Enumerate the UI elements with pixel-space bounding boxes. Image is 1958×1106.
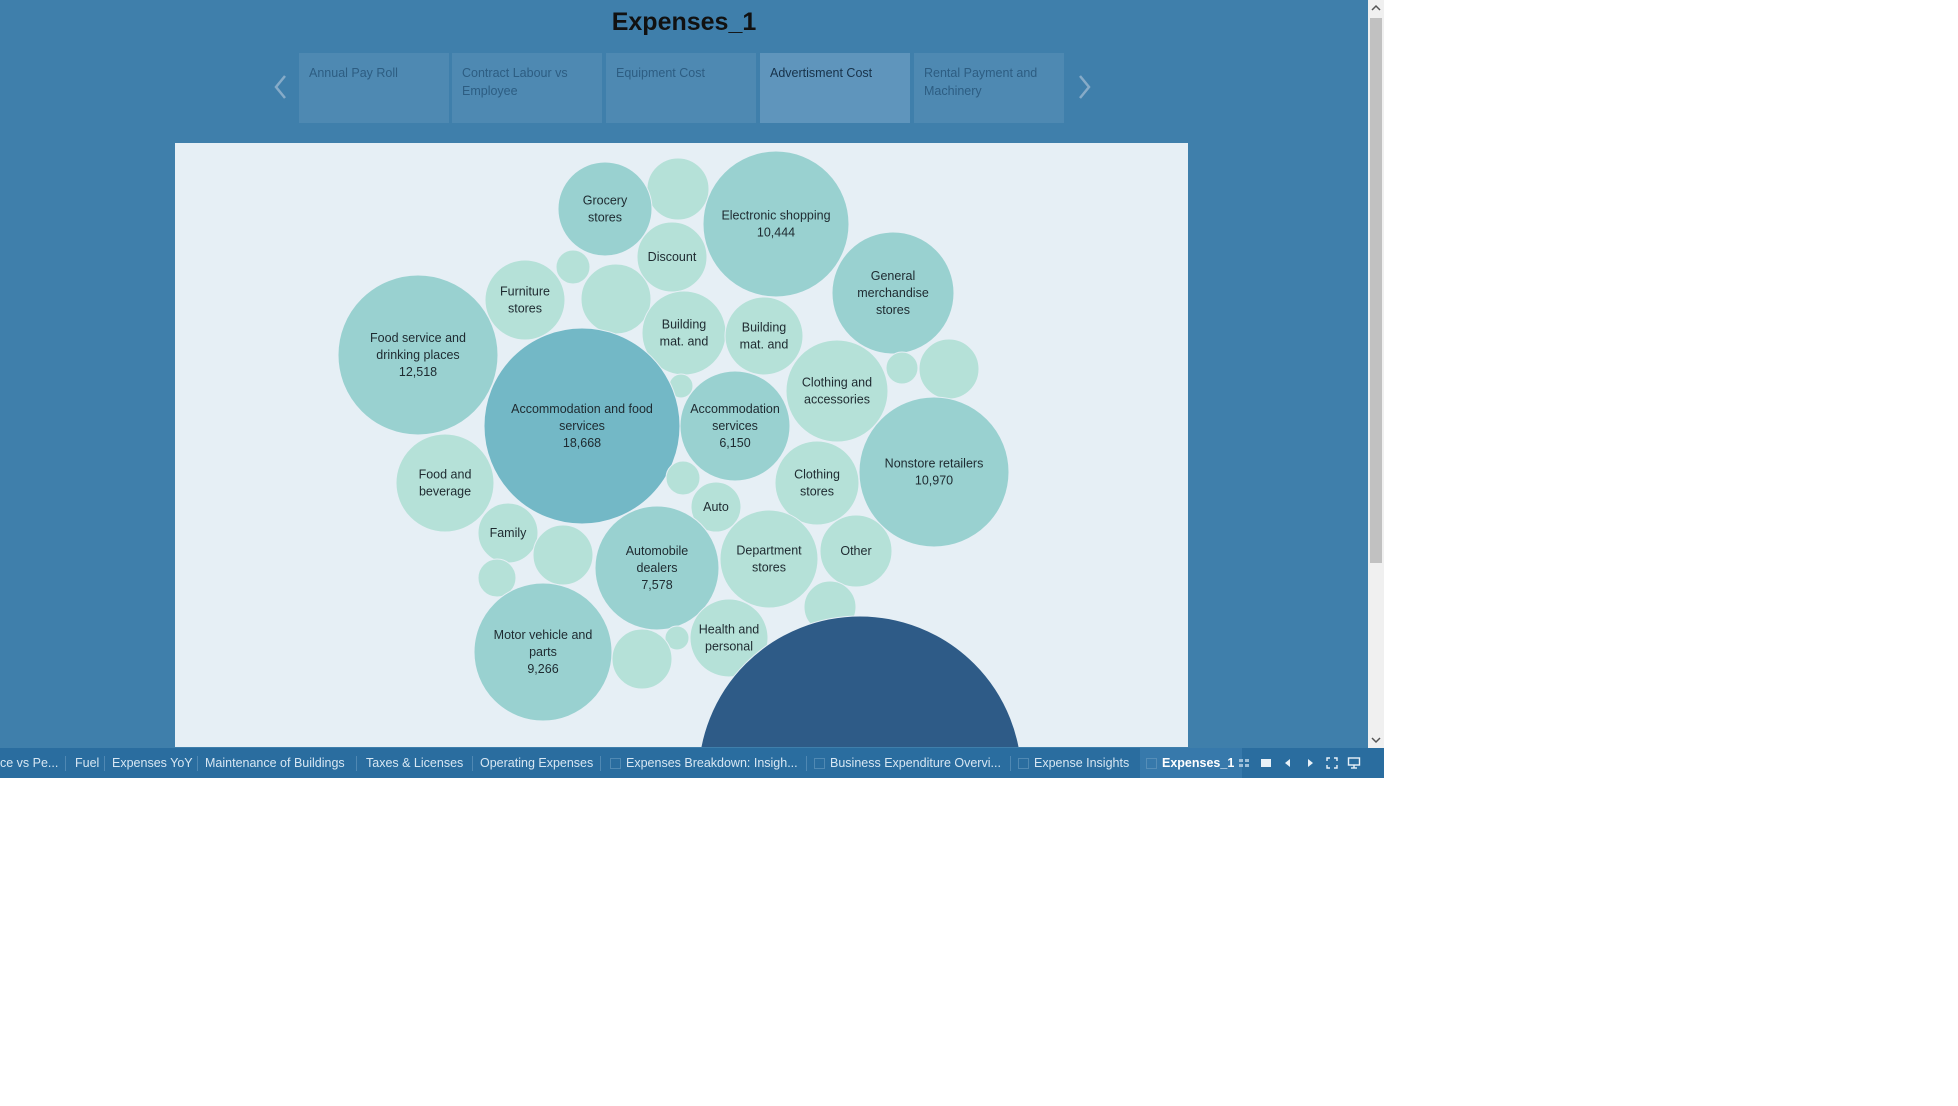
previous-sheet-icon[interactable]: [1280, 755, 1296, 771]
presentation-mode-icon[interactable]: [1346, 755, 1362, 771]
tab-divider: [600, 756, 601, 771]
vertical-scrollbar[interactable]: [1368, 0, 1384, 748]
grid-view-icon[interactable]: [1236, 755, 1252, 771]
bubble-label: Other: [840, 544, 871, 558]
scroll-up-icon[interactable]: [1368, 0, 1384, 16]
fit-to-window-icon[interactable]: [1324, 755, 1340, 771]
bubble[interactable]: [724, 296, 804, 376]
bubble-label: Auto: [703, 500, 729, 514]
bubble[interactable]: [858, 396, 1010, 548]
tab-divider: [104, 756, 105, 771]
story-next-arrow-icon[interactable]: [1073, 70, 1095, 104]
story-point-rental-payment[interactable]: Rental Payment and Machinery: [914, 53, 1064, 123]
bubble-unlabeled[interactable]: [611, 628, 673, 690]
bubble-unlabeled[interactable]: [555, 249, 591, 285]
bubble[interactable]: [774, 440, 860, 526]
sheet-tab-taxes-licenses[interactable]: Taxes & Licenses: [366, 748, 463, 778]
story-point-contract-labour[interactable]: Contract Labour vs Employee: [452, 53, 602, 123]
sheet-tab-expenses-1[interactable]: Expenses_1: [1140, 748, 1243, 778]
bubble-unlabeled[interactable]: [580, 263, 652, 335]
scrollbar-thumb[interactable]: [1370, 18, 1382, 563]
tab-divider: [472, 756, 473, 771]
scroll-down-icon[interactable]: [1368, 732, 1384, 748]
filmstrip-view-icon[interactable]: [1258, 755, 1274, 771]
bubble-chart-svg: Grocery stores Electronic shopping 10,444Di…: [337, 150, 1020, 747]
tableau-workbook: Expenses_1 Annual Pay Roll Contract Labo…: [0, 0, 1368, 771]
story-previous-arrow-icon[interactable]: [270, 70, 292, 104]
sheet-tab-bar: ce vs Pe... Fuel Expenses YoY Maintenanc…: [0, 748, 1384, 778]
bubble-unlabeled[interactable]: [646, 157, 710, 221]
bubble[interactable]: [484, 259, 566, 341]
story-point-annual-pay-roll[interactable]: Annual Pay Roll: [299, 53, 449, 123]
bubble-unlabeled[interactable]: [885, 351, 919, 385]
dashboard-title: Expenses_1: [611, 8, 757, 36]
bubble-label: Discount: [648, 250, 697, 264]
sheet-tab-expenses-yoy[interactable]: Expenses YoY: [112, 748, 193, 778]
bubble-chart: Grocery stores Electronic shopping 10,444 Di…: [175, 143, 1188, 747]
sheet-tab-maintenance-of-buildings[interactable]: Maintenance of Buildings: [205, 748, 345, 778]
tab-divider: [806, 756, 807, 771]
story-point-advertisment-cost[interactable]: Advertisment Cost: [760, 53, 910, 123]
bubble-unlabeled[interactable]: [665, 460, 701, 496]
sheet-tab-expense-insights[interactable]: Expense Insights: [1018, 748, 1129, 778]
dashboard-icon: [814, 758, 825, 770]
bubble[interactable]: [719, 509, 819, 609]
dashboard-icon: [610, 758, 621, 770]
tab-divider: [1010, 756, 1011, 771]
dashboard-icon: [1146, 758, 1157, 770]
bubble-unlabeled[interactable]: [532, 524, 594, 586]
bubble[interactable]: [702, 150, 850, 298]
bubble-unlabeled[interactable]: [918, 338, 980, 400]
next-sheet-icon[interactable]: [1302, 755, 1318, 771]
bubble-label: Family: [490, 526, 528, 540]
story-point-equipment-cost[interactable]: Equipment Cost: [606, 53, 756, 123]
dashboard-icon: [1018, 758, 1029, 770]
sheet-tab-fuel[interactable]: Fuel: [75, 748, 99, 778]
sheet-tab-truncated[interactable]: ce vs Pe...: [0, 748, 58, 778]
bubble[interactable]: [785, 339, 889, 443]
bubble[interactable]: [395, 433, 495, 533]
tab-divider: [65, 756, 66, 771]
sheet-tab-operating-expenses[interactable]: Operating Expenses: [480, 748, 593, 778]
sheet-tab-expenses-breakdown[interactable]: Expenses Breakdown: Insigh...: [610, 748, 798, 778]
bubble[interactable]: [557, 161, 653, 257]
tab-divider: [197, 756, 198, 771]
sheet-tab-business-expenditure[interactable]: Business Expenditure Overvi...: [814, 748, 1001, 778]
tab-divider: [356, 756, 357, 771]
